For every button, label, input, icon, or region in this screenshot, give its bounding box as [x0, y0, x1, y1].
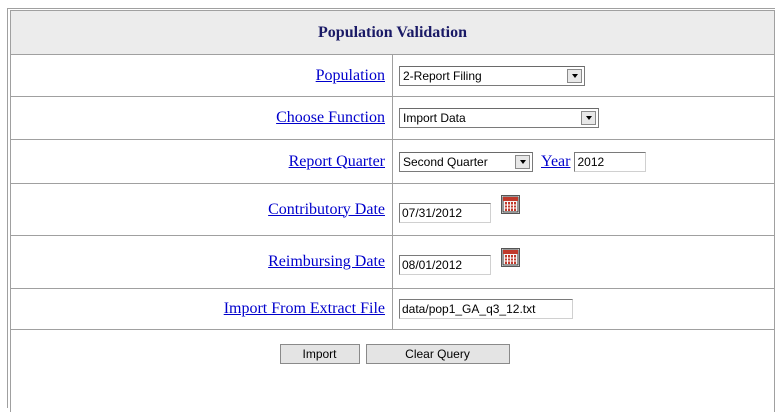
choose-function-value-cell: Import Data	[393, 97, 775, 140]
import-file-input-text: data/pop1_GA_q3_12.txt	[402, 302, 535, 316]
import-file-label-cell: Import From Extract File	[11, 289, 393, 330]
year-link[interactable]: Year	[541, 153, 570, 170]
chevron-down-icon[interactable]	[567, 69, 582, 83]
row-import-file: Import From Extract File data/pop1_GA_q3…	[11, 289, 775, 330]
report-quarter-select-value: Second Quarter	[403, 155, 488, 169]
choose-function-select[interactable]: Import Data	[399, 108, 599, 128]
reimbursing-date-label-cell: Reimbursing Date	[11, 236, 393, 289]
report-quarter-select[interactable]: Second Quarter	[399, 152, 533, 172]
contributory-date-link[interactable]: Contributory Date	[268, 201, 385, 218]
year-input[interactable]: 2012	[574, 152, 646, 172]
calendar-icon[interactable]	[501, 195, 520, 214]
chevron-down-icon[interactable]	[515, 155, 530, 169]
population-value-cell: 2-Report Filing	[393, 55, 775, 97]
choose-function-label-cell: Choose Function	[11, 97, 393, 140]
row-choose-function: Choose Function Import Data	[11, 97, 775, 140]
import-file-value-cell: data/pop1_GA_q3_12.txt	[393, 289, 775, 330]
choose-function-link[interactable]: Choose Function	[276, 109, 385, 126]
report-quarter-link[interactable]: Report Quarter	[289, 153, 385, 170]
import-button[interactable]: Import	[280, 344, 360, 364]
contributory-date-label-cell: Contributory Date	[11, 184, 393, 236]
buttons-cell: Import Clear Query	[11, 330, 775, 412]
reimbursing-date-input[interactable]: 08/01/2012	[399, 255, 491, 275]
calendar-icon[interactable]	[501, 248, 520, 267]
form-title: Population Validation	[11, 11, 775, 55]
population-link[interactable]: Population	[316, 67, 385, 84]
population-validation-form: Population Validation Population 2-Repor…	[10, 10, 775, 412]
population-label-cell: Population	[11, 55, 393, 97]
import-file-link[interactable]: Import From Extract File	[224, 300, 385, 317]
contributory-date-value-cell: 07/31/2012	[393, 184, 775, 236]
row-reimbursing-date: Reimbursing Date 08/01/2012	[11, 236, 775, 289]
row-buttons: Import Clear Query	[11, 330, 775, 412]
choose-function-select-value: Import Data	[403, 111, 466, 125]
contributory-date-input[interactable]: 07/31/2012	[399, 203, 491, 223]
reimbursing-date-link[interactable]: Reimbursing Date	[268, 253, 385, 270]
clear-query-button[interactable]: Clear Query	[366, 344, 510, 364]
chevron-down-icon[interactable]	[581, 111, 596, 125]
import-file-input[interactable]: data/pop1_GA_q3_12.txt	[399, 299, 573, 319]
report-quarter-value-cell: Second Quarter Year 2012	[393, 140, 775, 184]
row-population: Population 2-Report Filing	[11, 55, 775, 97]
row-contributory-date: Contributory Date 07/31/2012	[11, 184, 775, 236]
population-select[interactable]: 2-Report Filing	[399, 66, 585, 86]
row-report-quarter: Report Quarter Second Quarter Year 2012	[11, 140, 775, 184]
report-quarter-label-cell: Report Quarter	[11, 140, 393, 184]
reimbursing-date-value-cell: 08/01/2012	[393, 236, 775, 289]
population-select-value: 2-Report Filing	[403, 69, 482, 83]
